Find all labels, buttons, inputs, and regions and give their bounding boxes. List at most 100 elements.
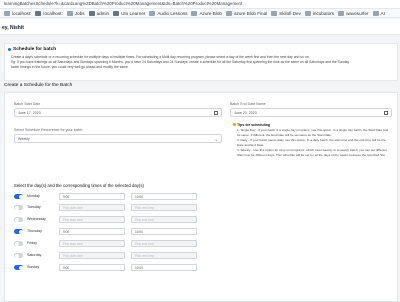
start-time-value: 9:00 [63,230,70,235]
tip-line: Date and End Date. [237,143,265,147]
toggle-knob [14,217,19,222]
bookmark-item[interactable]: Skilofi Dev [271,10,301,16]
end-time-value: Pick end time [135,206,155,211]
toggle-knob [14,253,19,258]
end-time-input[interactable]: Pick end time [131,252,197,259]
toggle-knob [18,265,23,270]
day-toggle[interactable] [14,229,23,234]
bookmark-item[interactable]: Uto Learner [113,10,146,16]
greeting-text: ey, Nishit [2,25,24,31]
start-time-input[interactable]: Pick start time [59,204,125,211]
bookmark-item[interactable]: AI [372,10,385,16]
bookmark-item[interactable]: azure Blob Final [225,10,268,16]
day-toggle[interactable] [14,205,23,210]
folder-icon [225,10,232,16]
end-time-value: 10:00 [135,195,143,200]
recurrence-label: Select Schedule Recurrence for your batc… [14,128,83,132]
day-toggle[interactable] [14,217,23,222]
day-row-monday: Monday 9:00 10:00 [14,193,197,203]
day-label: Thursday [27,229,42,233]
tip-line: be same. If different, the End Date will… [237,133,332,137]
info-line-2: Eg: If you have trainings on all Saturda… [11,60,350,64]
recurrence-select[interactable]: Weekly ⌄ [14,134,222,143]
day-toggle[interactable] [14,241,23,246]
end-time-value: 10:00 [135,266,143,271]
day-row-sunday: Sunday 9:00 10:00 [14,264,197,274]
recurrence-value: Weekly [18,137,30,141]
bookmark-item[interactable]: wavesurfer [338,10,369,16]
section-title: Create a Schedule for the Batch [4,83,73,88]
toggle-knob [14,205,19,210]
tips-title: Tips for scheduling [237,123,271,127]
end-time-value: Pick end time [135,254,155,259]
start-time-input[interactable]: 9:00 [59,264,125,271]
address-bar[interactable]: learningBatchesSchedule?k=&cardLang%3DBa… [0,0,400,9]
days-title: Select the day(s) and the corresponding … [14,183,144,188]
tip-line: 3. Weekly - Use this option for long-run… [237,148,387,152]
bookmark-label: Audio Lessons [157,10,188,16]
toggle-knob [18,229,23,234]
day-toggle[interactable] [14,194,23,199]
end-time-input[interactable]: 10:00 [131,193,197,200]
day-row-wednesday: Wednesday Pick start time Pick end time [14,216,197,226]
bookmark-label: Skilofi Dev [279,10,301,16]
start-date-label: Batch Start Date [14,102,41,106]
end-date-label: Batch End Date Name [230,102,266,106]
end-time-input[interactable]: Pick end time [131,204,197,211]
start-time-input[interactable]: Pick start time [59,252,125,259]
bookmark-label: incubators [312,10,335,16]
end-time-value: 10:00 [135,230,143,235]
bookmark-item[interactable]: Jobs [66,10,85,16]
day-row-thursday: Thursday 9:00 10:00 [14,228,197,238]
bookmark-label: Uto Learner [121,10,146,16]
day-label: Saturday [27,253,42,257]
start-time-input[interactable]: 9:00 [59,228,125,235]
day-toggle[interactable] [14,265,23,270]
globe-icon [35,10,42,16]
end-time-input[interactable]: 10:00 [131,264,197,271]
day-label: Friday [27,241,37,245]
day-label: Wednesday [27,217,46,221]
toggle-knob [18,194,23,199]
tip-line: Start time for different days. This sche… [237,153,385,157]
start-time-input[interactable]: 9:00 [59,193,125,200]
start-time-value: Pick start time [63,218,84,223]
folder-icon [271,10,278,16]
bookmark-item[interactable]: incubators [304,10,335,16]
app-header [0,19,400,35]
globe-icon [88,10,95,16]
bookmark-label: Azure Blob [199,10,222,16]
end-time-input[interactable]: Pick end time [131,216,197,223]
folder-icon [66,10,73,16]
day-toggle[interactable] [14,253,23,258]
start-time-input[interactable]: Pick start time [59,240,125,247]
bookmark-label: Jobs [74,10,85,16]
calendar-icon [214,111,218,115]
start-date-input[interactable]: June 17, 2023 [14,108,222,117]
end-time-input[interactable]: 10:00 [131,228,197,235]
start-time-value: 9:00 [63,195,70,200]
day-label: Sunday [27,265,40,269]
start-time-input[interactable]: Pick start time [59,216,125,223]
day-row-friday: Friday Pick start time Pick end time [14,240,197,250]
end-time-input[interactable]: Pick end time [131,240,197,247]
end-date-input[interactable]: June 20, 2023 [230,108,392,117]
info-line-1: Create a day/s schedule or a recurring s… [11,55,310,59]
bookmark-label: azure Blob Final [233,10,268,16]
day-row-tuesday: Tuesday Pick start time Pick end time [14,204,197,214]
bookmark-item[interactable]: Azure Blob [191,10,222,16]
bookmark-item[interactable]: Audio Lessons [149,10,188,16]
start-date-value: June 17, 2023 [18,111,41,115]
info-line-3: batch timings in the future, you could v… [11,65,129,69]
bookmark-item[interactable]: localhost: [4,10,31,16]
bookmark-label: admin [96,10,110,16]
schedule-info-card: Schedule for batch Create a day/s schedu… [4,43,398,81]
end-time-value: Pick end time [135,218,155,223]
info-icon [8,48,11,51]
day-row-saturday: Saturday Pick start time Pick end time [14,252,197,262]
tip-line: 2. Daily - If your batch meets daily, us… [237,138,386,142]
start-time-value: Pick start time [63,254,84,259]
bookmark-item[interactable]: admin [88,10,110,16]
start-time-value: Pick start time [63,242,84,247]
bookmark-item[interactable]: localhost: [35,10,63,16]
